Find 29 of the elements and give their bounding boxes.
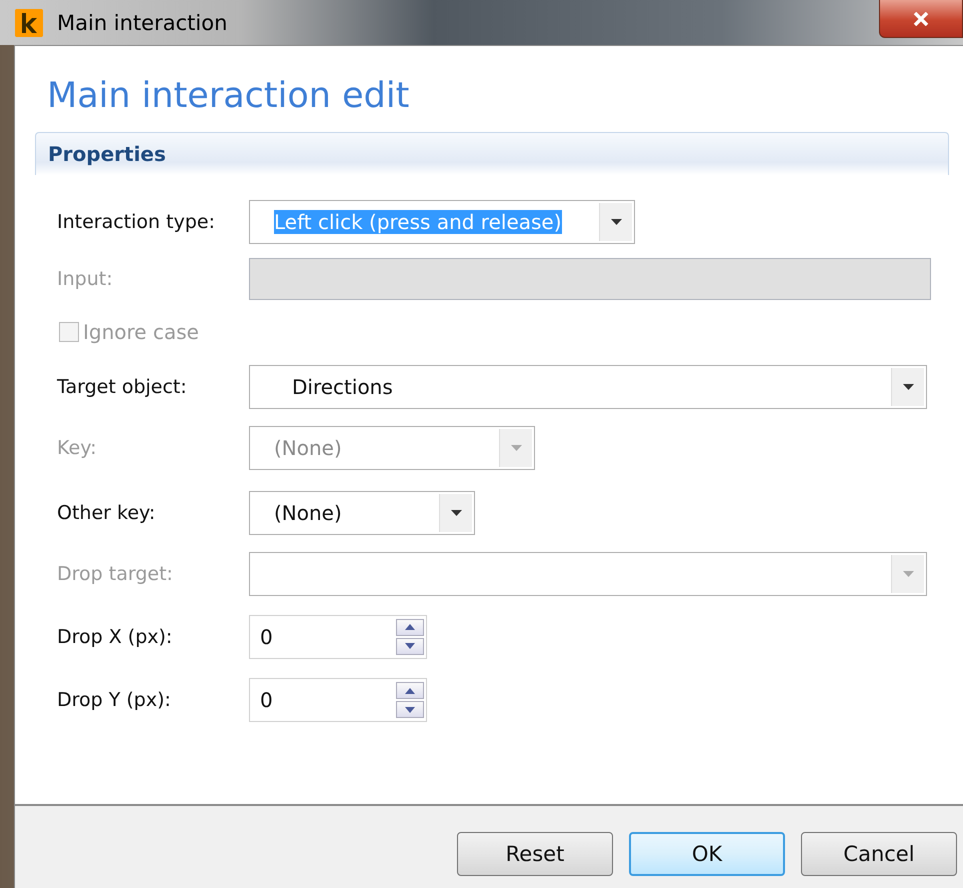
number-field[interactable]: 0 <box>249 678 427 722</box>
spin-up-icon[interactable] <box>396 618 424 636</box>
dropdown[interactable]: (None) <box>249 490 475 534</box>
spin-up-icon[interactable] <box>396 682 424 699</box>
spin-down-icon[interactable] <box>396 701 424 718</box>
field-label: Key: <box>57 437 98 459</box>
dialog-button[interactable]: Reset <box>457 832 613 876</box>
field-label: Input: <box>57 268 114 290</box>
window-title: Main interaction <box>57 10 228 34</box>
app-logo-icon <box>15 8 43 36</box>
spin-down-icon[interactable] <box>396 638 424 654</box>
dialog-heading: Main interaction edit <box>47 76 410 118</box>
field-label: Drop X (px): <box>57 626 174 648</box>
caret-icon[interactable] <box>891 368 924 406</box>
field-label: Target object: <box>57 376 188 398</box>
field-label: Other key: <box>57 502 156 524</box>
section-header: Properties <box>35 132 949 175</box>
caret-icon[interactable] <box>439 494 472 532</box>
number-field[interactable]: 0 <box>249 614 427 658</box>
checkbox-label: Ignore case <box>83 320 199 344</box>
dropdown[interactable]: Directions <box>249 364 927 408</box>
field-label: Drop target: <box>57 563 174 585</box>
field-label: Drop Y (px): <box>57 689 172 711</box>
dialog-button[interactable]: Cancel <box>801 832 957 876</box>
close-icon[interactable] <box>913 12 929 26</box>
caret-icon[interactable] <box>599 203 632 241</box>
field-label: Interaction type: <box>57 211 216 233</box>
close-button[interactable] <box>879 0 963 38</box>
ok-button[interactable]: OK <box>629 832 785 876</box>
